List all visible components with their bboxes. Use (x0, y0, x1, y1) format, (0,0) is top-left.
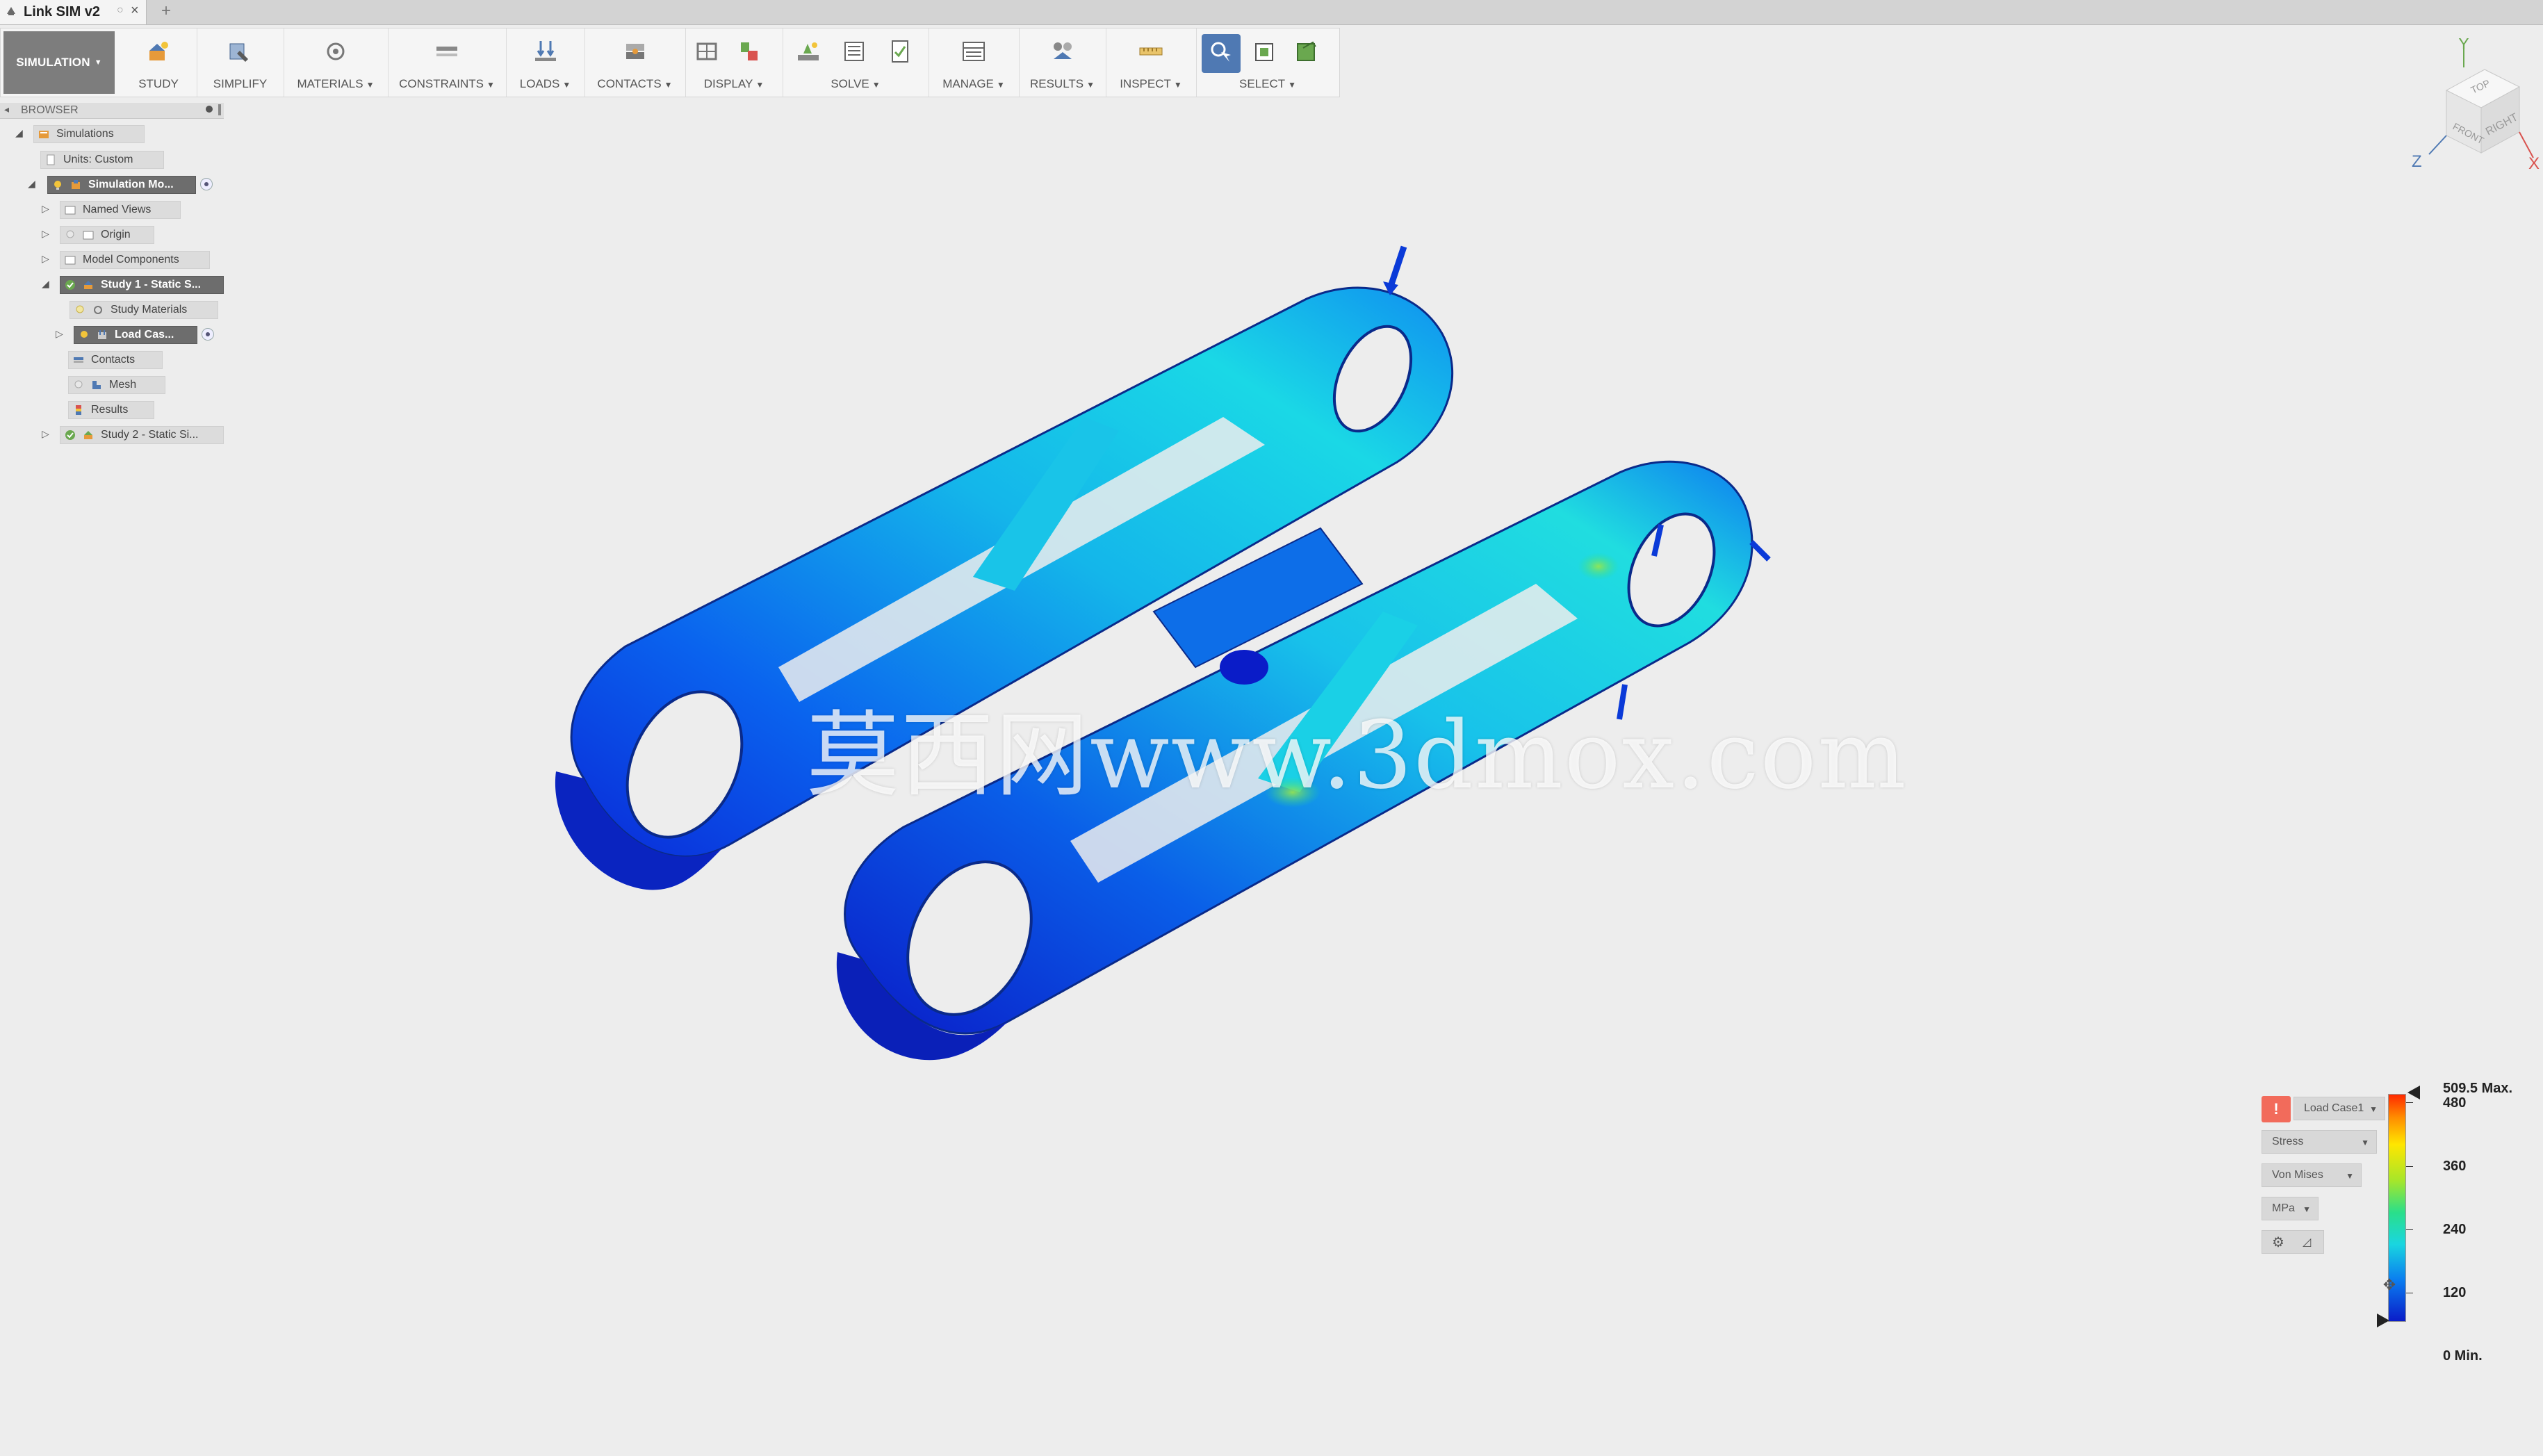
unit-value: MPa (2272, 1202, 2295, 1214)
gear-icon[interactable]: ⚙ (2272, 1234, 2284, 1251)
legend-tick-label: 360 (2443, 1159, 2467, 1174)
axis-label-x: X (2528, 154, 2540, 173)
stress-component-value: Von Mises (2272, 1169, 2323, 1181)
legend-tick-label: 240 (2443, 1222, 2467, 1237)
legend-tick-label: 120 (2443, 1285, 2467, 1300)
legend-settings[interactable]: ⚙ ◿ (2262, 1230, 2324, 1254)
max-marker-icon (2407, 1086, 2420, 1099)
load-case-value: Load Case1 (2304, 1102, 2364, 1114)
chevron-down-icon: ▼ (2361, 1138, 2369, 1147)
load-case-dropdown[interactable]: Load Case1 ▼ (2293, 1097, 2385, 1120)
watermark-text: 莫西网www.3dmox.com (806, 701, 1908, 810)
chevron-down-icon: ▼ (2346, 1171, 2354, 1181)
adjust-range-icon[interactable]: ◿ (2303, 1235, 2311, 1249)
range-slider-handle[interactable]: ✥ (2381, 1276, 2398, 1293)
chevron-down-icon: ▼ (2369, 1104, 2378, 1114)
warning-button[interactable]: ! (2262, 1096, 2291, 1122)
tick-mark (2406, 1229, 2413, 1230)
min-marker-icon (2377, 1314, 2389, 1327)
unit-dropdown[interactable]: MPa ▼ (2262, 1197, 2319, 1220)
tick-mark (2406, 1166, 2413, 1167)
tick-mark (2406, 1102, 2413, 1103)
stress-component-dropdown[interactable]: Von Mises ▼ (2262, 1163, 2362, 1187)
axis-label-z: Z (2412, 152, 2422, 171)
legend-min-label: 0 Min. (2443, 1348, 2483, 1364)
legend-tick-label: 480 (2443, 1095, 2467, 1111)
chevron-down-icon: ▼ (2303, 1204, 2311, 1214)
result-type-dropdown[interactable]: Stress ▼ (2262, 1130, 2377, 1154)
legend-max-label: 509.5 Max. (2443, 1081, 2513, 1096)
view-cube[interactable]: TOP FRONT RIGHT Y X Z (2391, 38, 2543, 205)
result-type-value: Stress (2272, 1136, 2304, 1147)
result-legend: ! Load Case1 ▼ Stress ▼ Von Mises ▼ MPa … (2252, 1077, 2543, 1376)
axis-label-y: Y (2458, 38, 2469, 54)
